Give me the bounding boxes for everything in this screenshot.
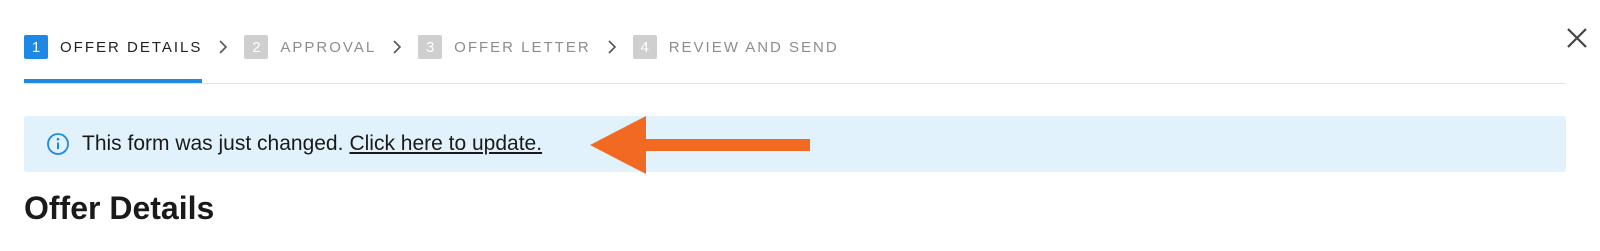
step-approval[interactable]: 2 APPROVAL bbox=[244, 34, 376, 60]
step-review-and-send[interactable]: 4 REVIEW AND SEND bbox=[632, 34, 839, 60]
arrow-left-icon bbox=[590, 116, 810, 174]
step-number: 2 bbox=[244, 35, 269, 59]
step-label: APPROVAL bbox=[280, 38, 377, 56]
chevron-right-icon bbox=[202, 34, 244, 60]
stepper: 1 OFFER DETAILS 2 APPROVAL 3 OFFER LETTE… bbox=[24, 34, 839, 84]
step-number: 4 bbox=[632, 35, 657, 59]
step-offer-letter[interactable]: 3 OFFER LETTER bbox=[418, 34, 591, 60]
banner-message: This form was just changed. bbox=[82, 132, 344, 155]
step-label: OFFER LETTER bbox=[454, 38, 591, 56]
chevron-right-icon bbox=[376, 34, 418, 60]
step-label: OFFER DETAILS bbox=[60, 38, 203, 56]
close-icon[interactable] bbox=[1565, 26, 1589, 50]
offer-form-page: 1 OFFER DETAILS 2 APPROVAL 3 OFFER LETTE… bbox=[0, 0, 1600, 251]
step-number: 1 bbox=[24, 35, 48, 59]
step-number: 3 bbox=[418, 35, 443, 59]
chevron-right-icon bbox=[591, 34, 633, 60]
step-offer-details[interactable]: 1 OFFER DETAILS bbox=[24, 34, 203, 84]
page-title: Offer Details bbox=[24, 190, 215, 226]
stepper-divider bbox=[24, 83, 1566, 84]
update-link[interactable]: Click here to update. bbox=[349, 132, 542, 156]
info-icon bbox=[46, 132, 70, 156]
step-label: REVIEW AND SEND bbox=[668, 38, 839, 56]
